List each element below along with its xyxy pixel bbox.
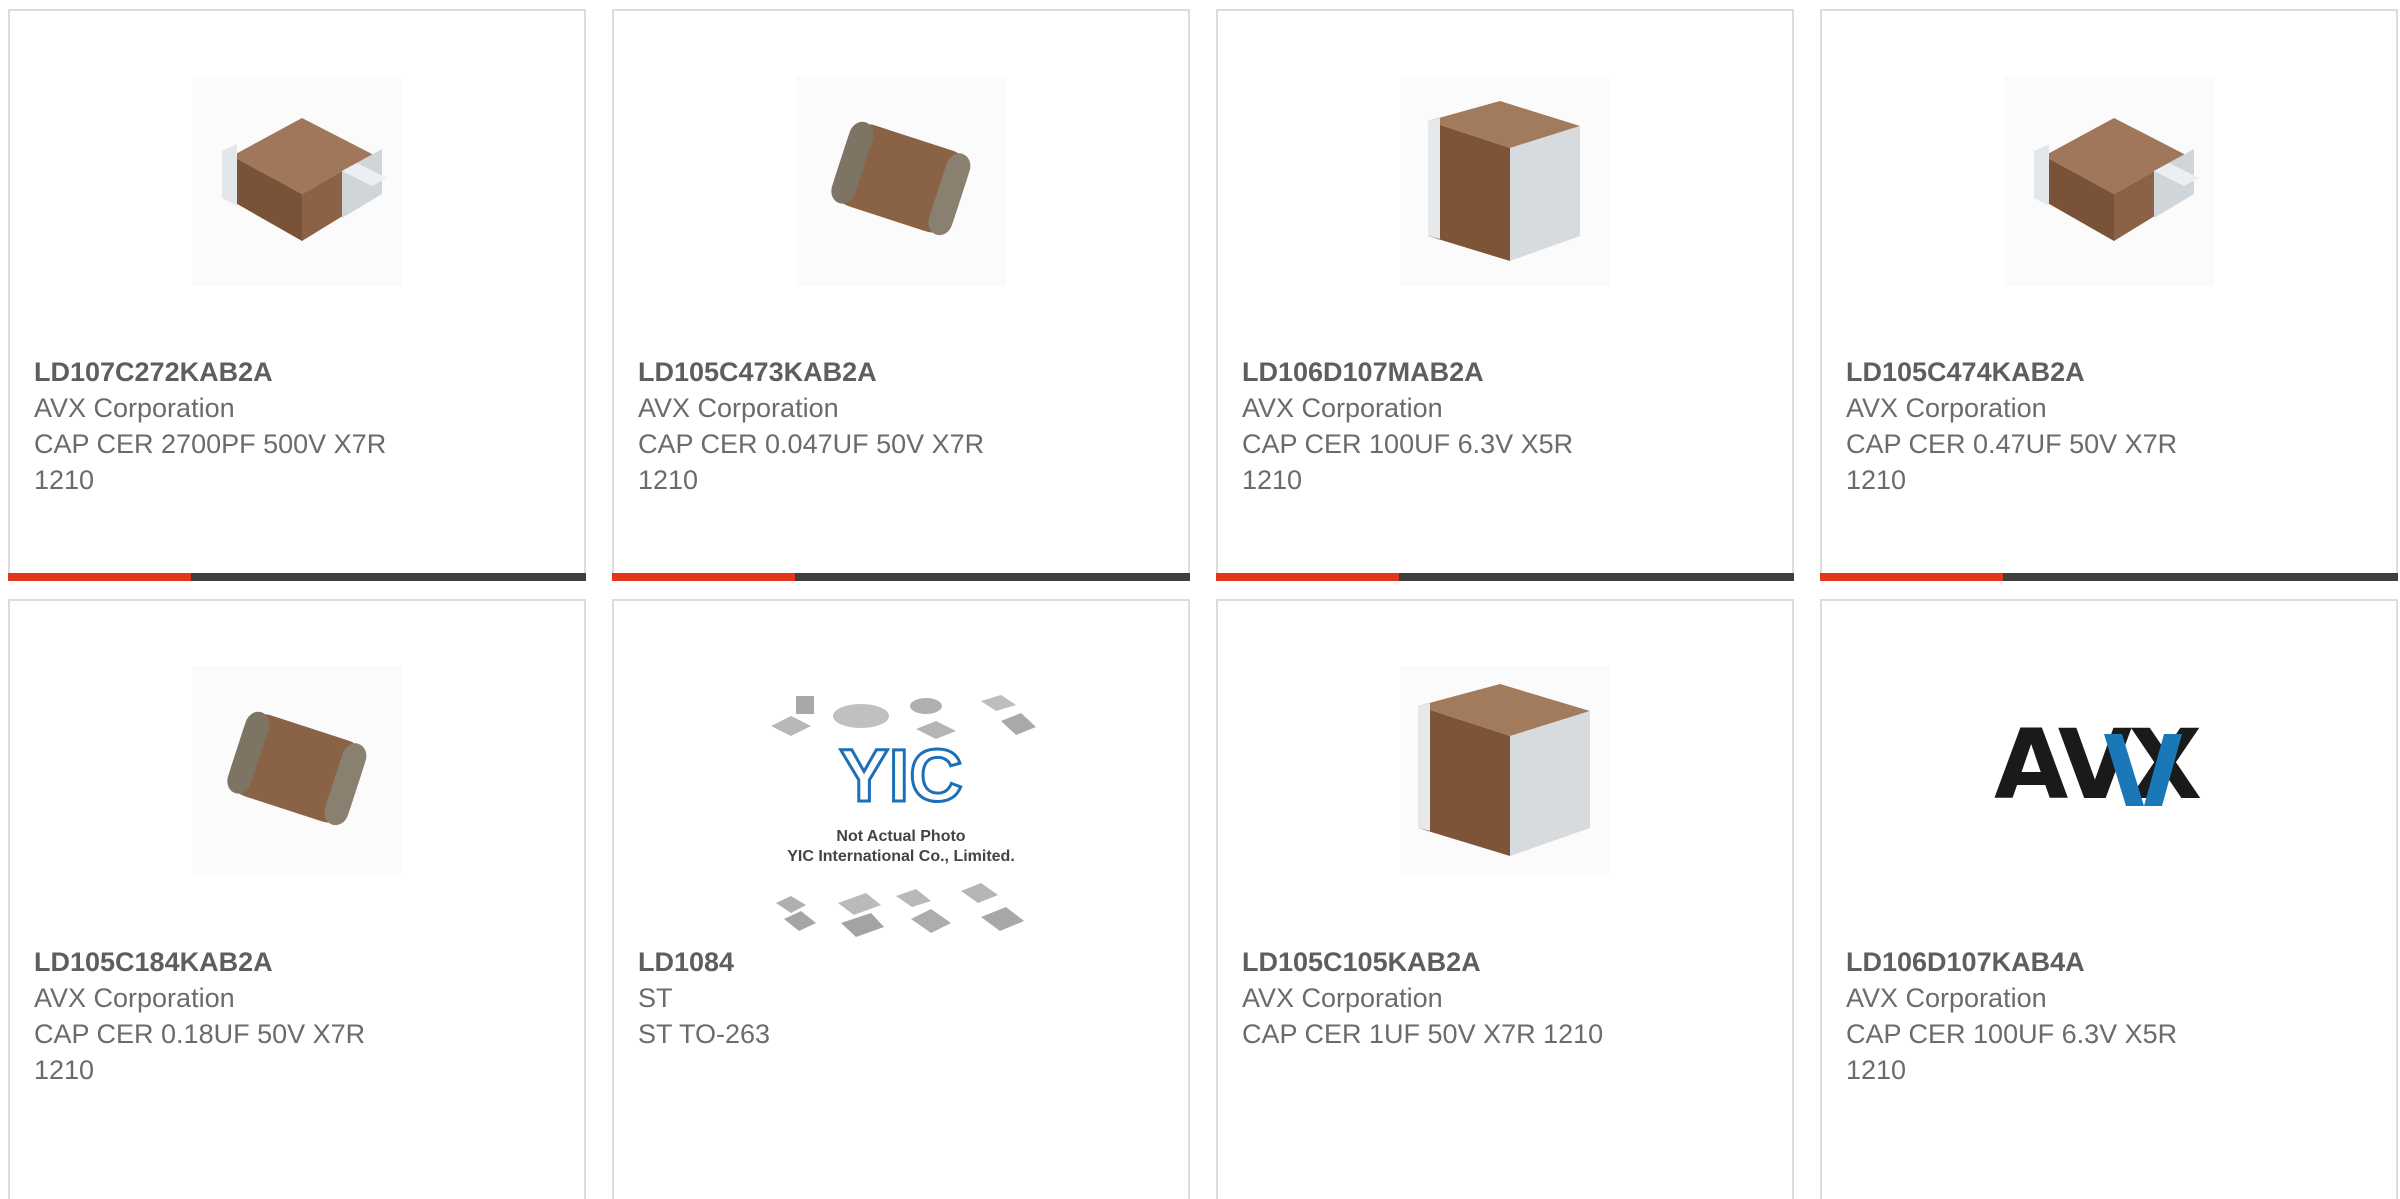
description: CAP CER 100UF 6.3V X5R 1210 [1242,429,1574,495]
part-number[interactable]: LD105C474KAB2A [1846,357,2085,387]
product-card[interactable]: LD105C474KAB2A AVX Corporation CAP CER 0… [1820,9,2398,581]
accent-bar [8,573,191,581]
product-info: LD1084 ST ST TO-263 [638,944,1028,1052]
manufacturer: AVX Corporation [34,983,235,1013]
product-info: LD106D107KAB4A AVX Corporation CAP CER 1… [1846,944,2236,1088]
placeholder-company: YIC International Co., Limited. [787,848,1015,865]
product-image[interactable] [192,666,402,876]
part-number[interactable]: LD1084 [638,947,734,977]
description: CAP CER 0.47UF 50V X7R 1210 [1846,429,2178,495]
manufacturer: ST [638,983,673,1013]
manufacturer: AVX Corporation [1846,983,2047,1013]
description: CAP CER 100UF 6.3V X5R 1210 [1846,1019,2178,1085]
product-image[interactable] [2004,76,2214,286]
product-image[interactable] [1400,76,1610,286]
accent-bar [1216,573,1399,581]
product-info: LD105C105KAB2A AVX Corporation CAP CER 1… [1242,944,1632,1052]
part-number[interactable]: LD107C272KAB2A [34,357,273,387]
placeholder-caption: Not Actual Photo [836,828,965,845]
part-number[interactable]: LD105C473KAB2A [638,357,877,387]
part-number[interactable]: LD105C105KAB2A [1242,947,1481,977]
product-card[interactable]: LD106D107MAB2A AVX Corporation CAP CER 1… [1216,9,1794,581]
card-footer-bar [1216,573,1794,581]
product-info: LD105C474KAB2A AVX Corporation CAP CER 0… [1846,354,2236,498]
product-card[interactable]: YIC Not Actual Photo YIC International C… [612,599,1190,1199]
manufacturer: AVX Corporation [638,393,839,423]
capacitor-image [1400,666,1610,876]
product-card[interactable]: LD105C473KAB2A AVX Corporation CAP CER 0… [612,9,1190,581]
product-image[interactable]: YIC Not Actual Photo YIC International C… [766,691,1036,941]
card-footer-bar [612,573,1190,581]
manufacturer: AVX Corporation [34,393,235,423]
description: ST TO-263 [638,1019,771,1049]
accent-bar [612,573,795,581]
description: CAP CER 1UF 50V X7R 1210 [1242,1019,1604,1049]
part-number[interactable]: LD106D107MAB2A [1242,357,1484,387]
product-info: LD106D107MAB2A AVX Corporation CAP CER 1… [1242,354,1632,498]
description: CAP CER 0.047UF 50V X7R 1210 [638,429,985,495]
yic-logo: YIC [839,734,962,817]
product-info: LD107C272KAB2A AVX Corporation CAP CER 2… [34,354,424,498]
product-card[interactable]: AVX LD106D107KAB4A AVX Corporation CAP C… [1820,599,2398,1199]
product-card[interactable]: LD107C272KAB2A AVX Corporation CAP CER 2… [8,9,586,581]
product-card[interactable]: LD105C184KAB2A AVX Corporation CAP CER 0… [8,599,586,1199]
card-footer-bar [8,573,586,581]
product-info: LD105C184KAB2A AVX Corporation CAP CER 0… [34,944,424,1088]
part-number[interactable]: LD106D107KAB4A [1846,947,2085,977]
part-number[interactable]: LD105C184KAB2A [34,947,273,977]
accent-bar [1820,573,2003,581]
card-footer-bar [1820,573,2398,581]
product-image[interactable] [192,76,402,286]
placeholder-image: YIC Not Actual Photo YIC International C… [771,695,1036,937]
product-image[interactable] [1400,666,1610,876]
capacitor-image [2004,76,2214,286]
capacitor-image [192,666,402,876]
product-grid: LD107C272KAB2A AVX Corporation CAP CER 2… [0,0,2400,1199]
manufacturer: AVX Corporation [1242,393,1443,423]
manufacturer: AVX Corporation [1242,983,1443,1013]
description: CAP CER 2700PF 500V X7R 1210 [34,429,387,495]
capacitor-image [1400,76,1610,286]
capacitor-image [192,76,402,286]
product-image[interactable] [796,76,1006,286]
manufacturer: AVX Corporation [1846,393,2047,423]
product-info: LD105C473KAB2A AVX Corporation CAP CER 0… [638,354,1028,498]
capacitor-image [796,76,1006,286]
description: CAP CER 0.18UF 50V X7R 1210 [34,1019,366,1085]
product-image[interactable]: AVX [1994,666,2224,876]
avx-logo: AVX [1994,726,2205,816]
product-card[interactable]: LD105C105KAB2A AVX Corporation CAP CER 1… [1216,599,1794,1199]
